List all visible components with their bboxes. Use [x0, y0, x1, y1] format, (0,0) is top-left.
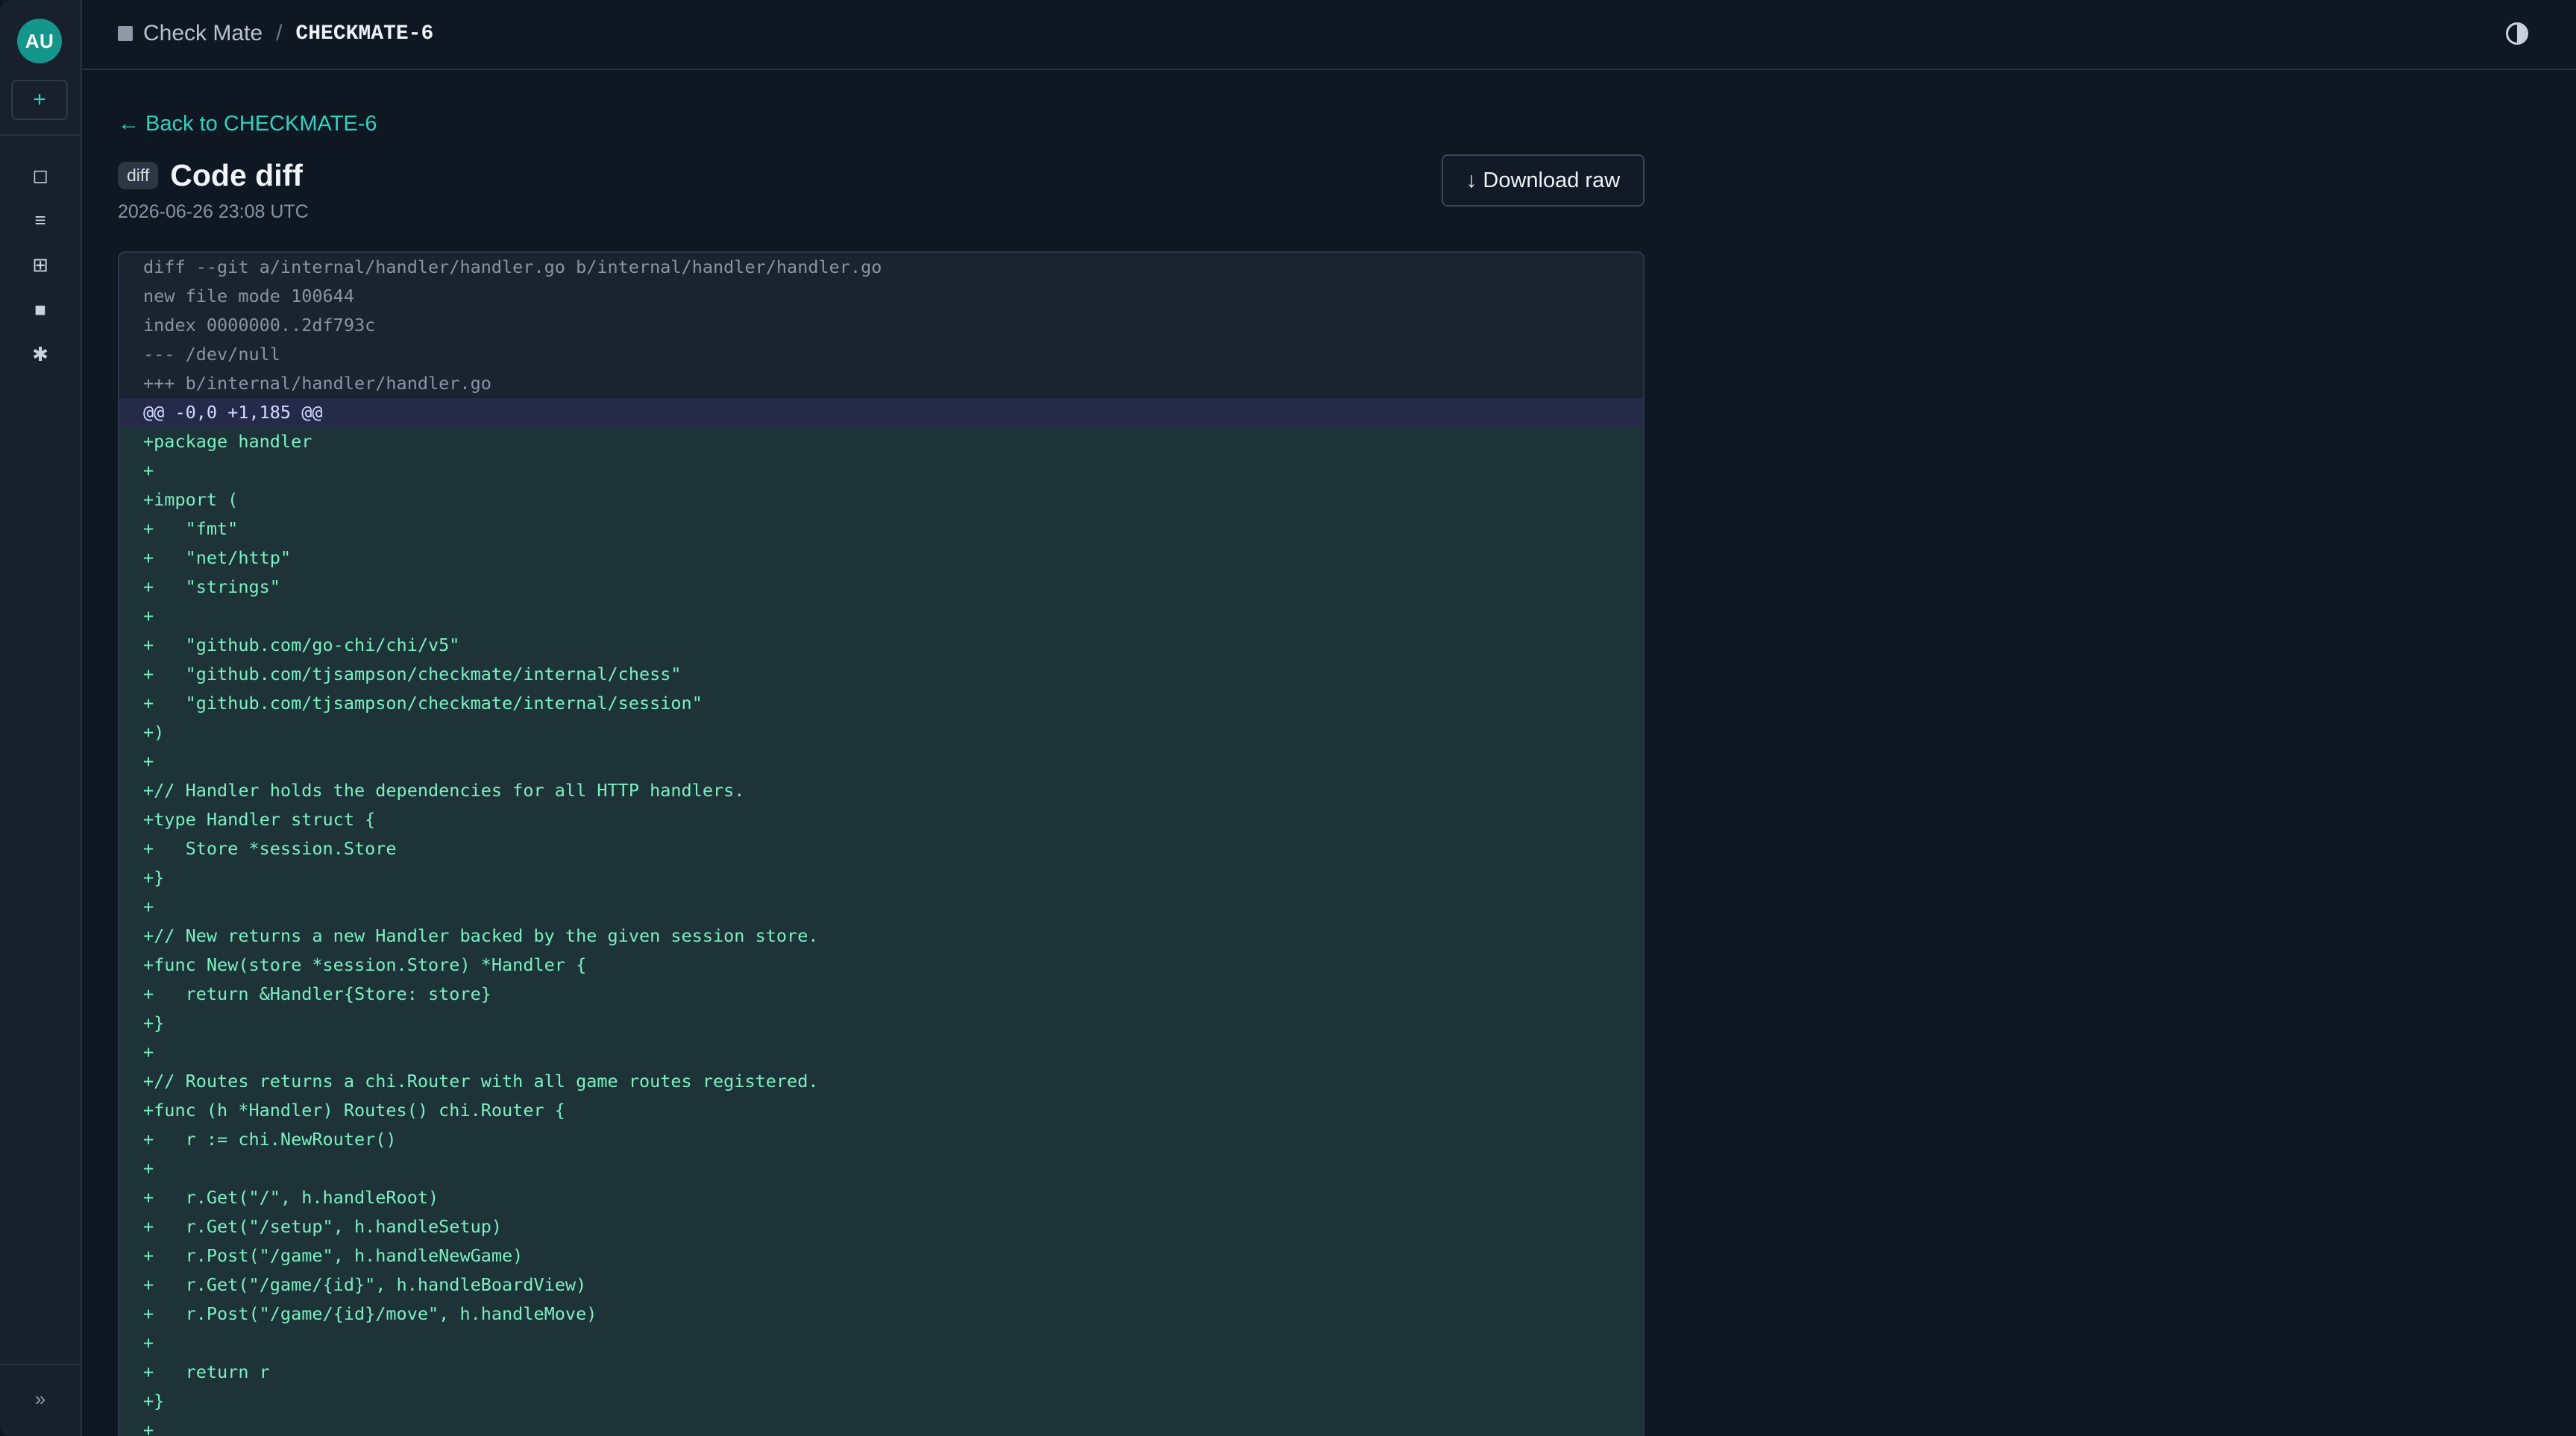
diff-line-add: +} [119, 863, 1643, 892]
diff-view: diff --git a/internal/handler/handler.go… [118, 251, 1644, 1436]
diff-line-add: + r.Get("/setup", h.handleSetup) [119, 1212, 1643, 1241]
diff-line-add: + "strings" [119, 573, 1643, 602]
diff-line-add: + r.Get("/", h.handleRoot) [119, 1183, 1643, 1212]
type-badge: diff [118, 162, 159, 189]
collapse-sidebar-button[interactable]: » [0, 1376, 81, 1421]
project-icon [118, 26, 133, 41]
top-bar: Check Mate / CHECKMATE-6 [82, 0, 2576, 70]
page-title: Code diff [170, 158, 303, 192]
breadcrumb: Check Mate / CHECKMATE-6 [118, 21, 433, 46]
theme-toggle-icon[interactable] [2506, 22, 2528, 45]
download-raw-button[interactable]: ↓ Download raw [1442, 154, 1644, 207]
sidebar-item-grid[interactable]: ⊞ [0, 242, 81, 287]
diff-line-add: +func New(store *session.Store) *Handler… [119, 951, 1643, 980]
diff-line-add: + [119, 892, 1643, 922]
diff-line-add: + "github.com/tjsampson/checkmate/intern… [119, 689, 1643, 718]
diff-line-add: + return r [119, 1358, 1643, 1387]
diff-line-add: +type Handler struct { [119, 805, 1643, 834]
diff-line-add: +} [119, 1387, 1643, 1416]
diff-line-add: + Store *session.Store [119, 834, 1643, 863]
diff-line-add: + [119, 1154, 1643, 1183]
sidebar-bottom-divider [0, 1364, 81, 1365]
breadcrumb-separator: / [276, 21, 283, 45]
back-link[interactable]: ← Back to CHECKMATE-6 [118, 112, 377, 136]
grid-icon: ⊞ [32, 253, 48, 276]
diff-line-add: +} [119, 1009, 1643, 1038]
filled-square-icon: ■ [34, 297, 46, 321]
sidebar-item-block[interactable]: ■ [0, 287, 81, 332]
diff-line-add: +package handler [119, 427, 1643, 456]
square-outline-icon: ◻ [32, 163, 48, 186]
diff-line-add: +) [119, 718, 1643, 747]
double-chevron-right-icon: » [34, 1387, 46, 1410]
timestamp: 2026-06-26 23:08 UTC [118, 201, 309, 222]
breadcrumb-project[interactable]: Check Mate [143, 21, 263, 46]
diff-line-meta: new file mode 100644 [119, 282, 1643, 311]
diff-line-add: + return &Handler{Store: store} [119, 980, 1643, 1009]
diff-line-add: + "github.com/go-chi/chi/v5" [119, 631, 1643, 660]
diff-line-add: + "github.com/tjsampson/checkmate/intern… [119, 660, 1643, 689]
app-window: AU + ◻ ≡ ⊞ ■ ✱ » Check Mate / CHECKMATE-… [0, 0, 2576, 1436]
sidebar-divider [0, 134, 81, 136]
sidebar-item-list[interactable]: ≡ [0, 198, 81, 242]
main-content: ← Back to CHECKMATE-6 diff Code diff 202… [118, 70, 1647, 1436]
diff-line-add: +func (h *Handler) Routes() chi.Router { [119, 1096, 1643, 1125]
diff-line-meta: --- /dev/null [119, 340, 1643, 369]
diff-line-add: + r.Post("/game/{id}/move", h.handleMove… [119, 1300, 1643, 1329]
diff-line-meta: diff --git a/internal/handler/handler.go… [119, 253, 1643, 282]
list-icon: ≡ [34, 208, 46, 231]
sidebar-nav: ◻ ≡ ⊞ ■ ✱ [0, 153, 81, 377]
diff-line-add: +// Handler holds the dependencies for a… [119, 776, 1643, 805]
breadcrumb-current: CHECKMATE-6 [295, 22, 434, 45]
diff-line-add: + r := chi.NewRouter() [119, 1125, 1643, 1154]
diff-line-hunk: @@ -0,0 +1,185 @@ [119, 398, 1643, 427]
diff-line-add: + r.Post("/game", h.handleNewGame) [119, 1241, 1643, 1270]
title-row: diff Code diff [118, 158, 303, 193]
diff-line-add: + [119, 456, 1643, 485]
diff-line-add: + [119, 1038, 1643, 1067]
diff-line-add: + [119, 1329, 1643, 1358]
diff-line-add: + [119, 602, 1643, 631]
new-item-button[interactable]: + [11, 80, 68, 120]
diff-line-add: + "fmt" [119, 514, 1643, 544]
diff-line-add: +import ( [119, 485, 1643, 514]
diff-line-add: + [119, 1416, 1643, 1436]
sidebar-item-square[interactable]: ◻ [0, 153, 81, 198]
diff-line-add: + r.Get("/game/{id}", h.handleBoardView) [119, 1270, 1643, 1300]
diff-line-meta: index 0000000..2df793c [119, 311, 1643, 340]
diff-line-meta: +++ b/internal/handler/handler.go [119, 369, 1643, 398]
asterisk-icon: ✱ [32, 342, 48, 365]
diff-line-add: + [119, 747, 1643, 776]
diff-line-add: + "net/http" [119, 544, 1643, 573]
diff-line-add: +// Routes returns a chi.Router with all… [119, 1067, 1643, 1096]
diff-line-add: +// New returns a new Handler backed by … [119, 922, 1643, 951]
sidebar: AU + ◻ ≡ ⊞ ■ ✱ » [0, 0, 82, 1436]
avatar[interactable]: AU [17, 19, 62, 63]
sidebar-item-settings[interactable]: ✱ [0, 332, 81, 377]
